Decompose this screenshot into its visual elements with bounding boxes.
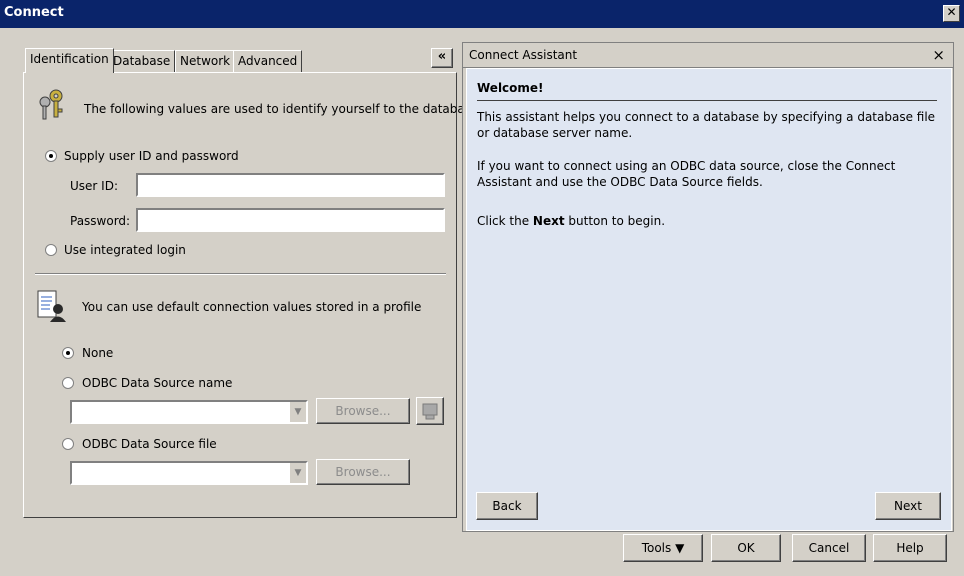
tab-identification[interactable]: Identification: [25, 48, 114, 73]
dropdown-arrow-icon[interactable]: ▼: [289, 463, 306, 483]
odbc-name-label: ODBC Data Source name: [82, 376, 233, 390]
identification-intro: The following values are used to identif…: [84, 102, 479, 116]
ok-button[interactable]: OK: [711, 534, 781, 562]
user-id-label: User ID:: [70, 179, 118, 193]
odbc-admin-icon: [422, 403, 438, 420]
profile-intro: You can use default connection values st…: [82, 300, 422, 314]
assistant-para-1: This assistant helps you connect to a da…: [477, 110, 936, 140]
assistant-heading-rule: [477, 100, 937, 101]
odbc-file-browse-button[interactable]: Browse...: [316, 459, 410, 485]
assistant-body: Welcome! This assistant helps you connec…: [466, 68, 952, 531]
user-id-input[interactable]: [136, 173, 445, 197]
keys-icon: [39, 89, 63, 120]
back-button[interactable]: Back: [476, 492, 538, 520]
section-divider: [35, 273, 446, 275]
assistant-para-3: Click the Next button to begin.: [477, 214, 666, 228]
integrated-login-label: Use integrated login: [64, 243, 186, 257]
assistant-title: Connect Assistant: [469, 48, 578, 62]
password-label: Password:: [70, 214, 131, 228]
profile-none-label: None: [82, 346, 114, 360]
collapse-assistant-button[interactable]: «: [431, 48, 453, 68]
odbc-name-combo[interactable]: ▼: [70, 400, 308, 424]
assistant-para-2: If you want to connect using an ODBC dat…: [477, 159, 896, 189]
tools-menu-button[interactable]: Tools ▼: [623, 534, 703, 562]
assistant-close-button[interactable]: ×: [932, 46, 945, 64]
profile-none-radio[interactable]: [62, 347, 74, 359]
cancel-button[interactable]: Cancel: [792, 534, 866, 562]
odbc-admin-button[interactable]: [416, 397, 444, 425]
tab-advanced[interactable]: Advanced: [233, 50, 303, 72]
assistant-header: Connect Assistant ×: [463, 43, 953, 68]
window-close-button[interactable]: ✕: [943, 5, 960, 22]
supply-credentials-label: Supply user ID and password: [64, 149, 239, 163]
tab-network[interactable]: Network: [175, 50, 236, 72]
odbc-file-label: ODBC Data Source file: [82, 437, 217, 451]
collapse-chevron-icon: «: [437, 49, 447, 64]
connect-assistant-pane: Connect Assistant × Welcome! This assist…: [462, 42, 954, 532]
tab-database[interactable]: Database: [108, 50, 176, 72]
dropdown-arrow-icon[interactable]: ▼: [289, 402, 306, 422]
integrated-login-radio[interactable]: [45, 244, 57, 256]
connect-dialog: Identification Database Network Advanced…: [0, 28, 964, 576]
window-title: Connect: [4, 5, 64, 20]
password-input[interactable]: [136, 208, 445, 232]
odbc-file-radio[interactable]: [62, 438, 74, 450]
odbc-name-browse-button[interactable]: Browse...: [316, 398, 410, 424]
profile-document-icon: [37, 290, 66, 322]
supply-credentials-radio[interactable]: [45, 150, 57, 162]
odbc-name-radio[interactable]: [62, 377, 74, 389]
next-button[interactable]: Next: [875, 492, 941, 520]
identification-panel: The following values are used to identif…: [23, 72, 478, 518]
title-bar: Connect ✕: [0, 0, 964, 28]
assistant-heading: Welcome!: [477, 81, 544, 95]
help-button[interactable]: Help: [873, 534, 947, 562]
odbc-file-combo[interactable]: ▼: [70, 461, 308, 485]
dropdown-arrow-icon: ▼: [675, 541, 685, 555]
